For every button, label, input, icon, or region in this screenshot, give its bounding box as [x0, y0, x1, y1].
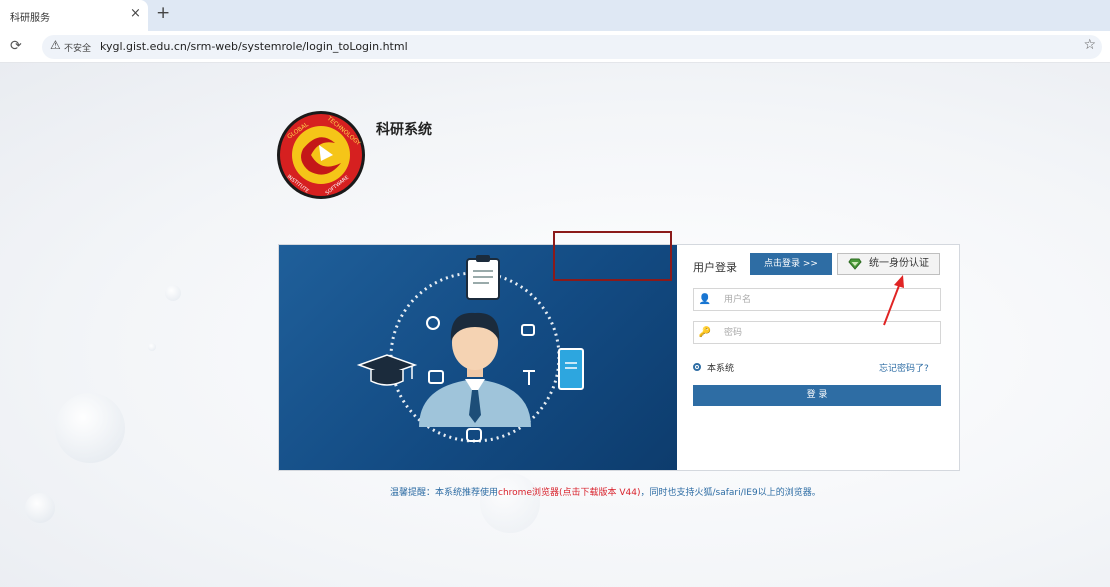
forgot-password-link[interactable]: 忘记密码了?	[879, 361, 929, 374]
close-tab-icon[interactable]: ×	[130, 6, 141, 21]
notice-suffix: ，同时也支持火狐/safari/IE9以上的浏览器。	[640, 488, 821, 498]
new-tab-icon[interactable]: +	[156, 3, 170, 23]
chrome-download-link[interactable]: chrome浏览器(点击下载版本 V44)	[498, 488, 640, 498]
click-login-button[interactable]: 点击登录 >>	[750, 253, 832, 275]
notice-prefix: 温馨提醒：本系统推荐使用	[390, 488, 499, 498]
user-icon: 👤	[698, 294, 712, 305]
insecure-label[interactable]: 不安全	[64, 41, 91, 54]
star-icon[interactable]: ☆	[1083, 37, 1096, 53]
decor-bubble	[25, 493, 55, 523]
browser-recommendation-notice: 温馨提醒：本系统推荐使用chrome浏览器(点击下载版本 V44)，同时也支持火…	[390, 485, 821, 498]
browser-tab-strip: 科研服务 × +	[0, 0, 1110, 31]
banner-illustration	[279, 245, 677, 470]
login-panel: 用户登录 点击登录 >> 统一身份认证 👤 🔑 本系统 忘记密码了? 登 录	[278, 244, 960, 471]
url-text[interactable]: kygl.gist.edu.cn/srm-web/systemrole/logi…	[100, 40, 408, 53]
institute-logo: GLOBAL TECHNOLOGY INSTITUTE SOFTWARE	[277, 111, 365, 199]
login-form: 用户登录 点击登录 >> 统一身份认证 👤 🔑 本系统 忘记密码了? 登 录	[677, 245, 959, 470]
gem-icon	[848, 258, 862, 270]
key-icon: 🔑	[698, 327, 712, 338]
decor-bubble	[55, 393, 125, 463]
warning-icon[interactable]: ⚠	[50, 38, 61, 52]
user-login-label: 用户登录	[693, 261, 737, 274]
decor-bubble	[148, 343, 156, 351]
browser-toolbar: ⟳ ⚠ 不安全 kygl.gist.edu.cn/srm-web/systemr…	[0, 31, 1110, 63]
login-page: GLOBAL TECHNOLOGY INSTITUTE SOFTWARE 科研系…	[0, 63, 1110, 587]
decor-bubble	[480, 473, 540, 533]
reload-icon[interactable]: ⟳	[10, 38, 22, 54]
system-title: 科研系统	[376, 122, 432, 138]
sso-auth-button[interactable]: 统一身份认证	[837, 253, 940, 275]
system-radio-label[interactable]: 本系统	[707, 361, 734, 374]
address-bar[interactable]: ⚠ 不安全 kygl.gist.edu.cn/srm-web/systemrol…	[42, 35, 1102, 59]
system-radio[interactable]	[693, 363, 701, 371]
decor-bubble	[165, 285, 181, 301]
login-button[interactable]: 登 录	[693, 385, 941, 406]
tab-title: 科研服务	[10, 13, 50, 24]
sso-auth-label: 统一身份认证	[869, 258, 929, 269]
browser-tab[interactable]: 科研服务 ×	[0, 0, 148, 31]
arrow-annotation	[883, 275, 904, 326]
